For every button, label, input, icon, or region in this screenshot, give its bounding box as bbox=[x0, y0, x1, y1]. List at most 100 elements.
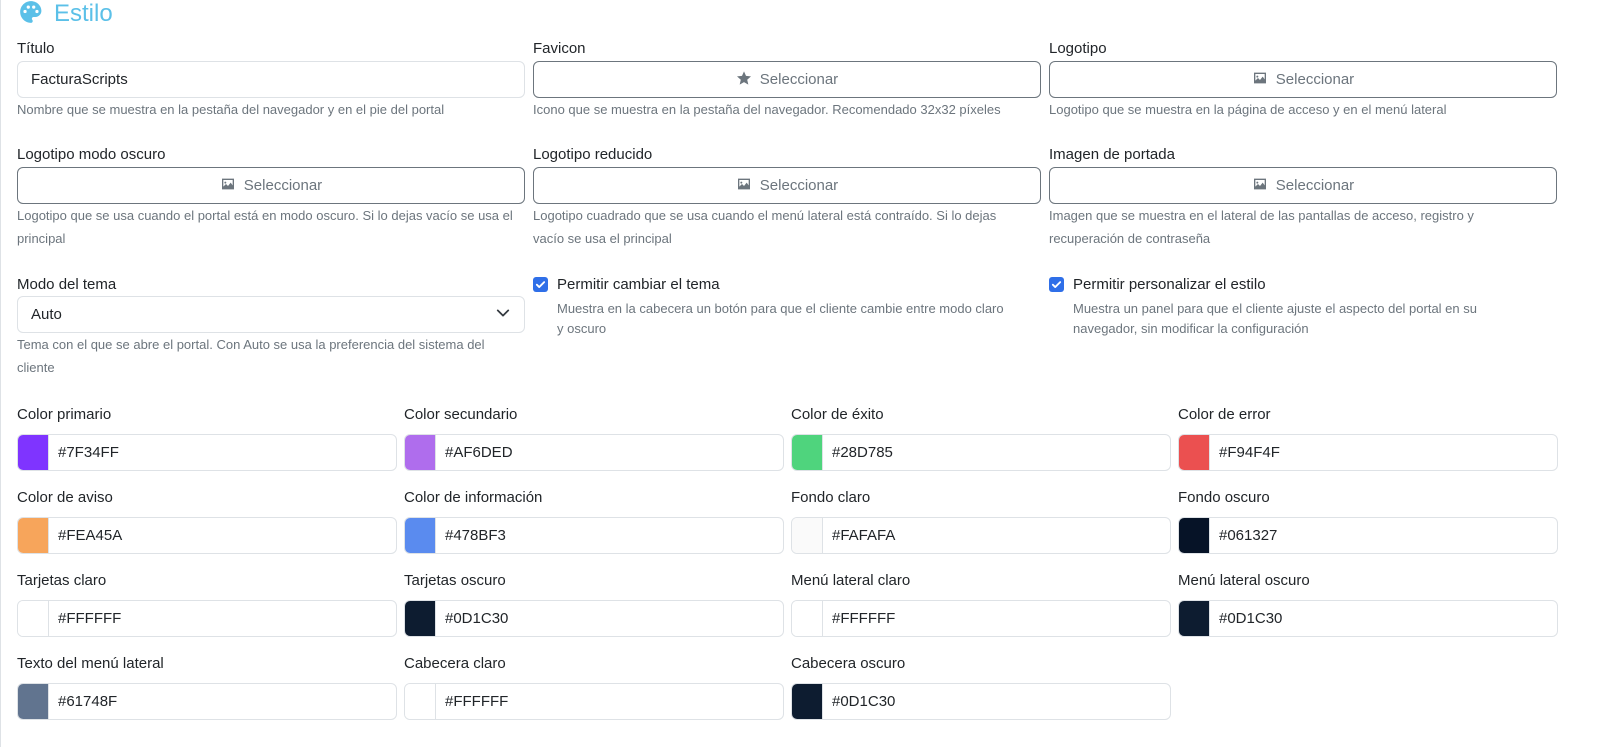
help-line: y oscuro bbox=[557, 321, 607, 336]
color-label: Color de aviso bbox=[17, 489, 113, 506]
logotipo-oscuro-button-label: Seleccionar bbox=[243, 177, 323, 194]
star-icon bbox=[736, 70, 752, 90]
color-label: Color de éxito bbox=[791, 406, 884, 423]
titulo-help: Nombre que se muestra en la pestaña del … bbox=[17, 102, 445, 117]
color-swatch[interactable] bbox=[405, 684, 436, 719]
help-line: vacío se usa el principal bbox=[533, 231, 672, 246]
color-hex-input[interactable]: #0D1C30 bbox=[823, 684, 1170, 719]
help-line: cliente bbox=[17, 360, 55, 375]
logotipo-reducido-field: Logotipo reducido Seleccionar Logotipo c… bbox=[533, 146, 1041, 246]
color-hex-input[interactable]: #28D785 bbox=[823, 435, 1170, 470]
color-hex-input[interactable]: #F94F4F bbox=[1210, 435, 1557, 470]
color-label: Color primario bbox=[17, 406, 112, 423]
color-field: Fondo claro #FAFAFA bbox=[791, 489, 1171, 554]
color-input: #28D785 bbox=[791, 434, 1171, 471]
color-hex-input[interactable]: #AF6DED bbox=[436, 435, 783, 470]
color-hex-input[interactable]: #7F34FF bbox=[49, 435, 396, 470]
color-label: Texto del menú lateral bbox=[17, 655, 164, 672]
logotipo-select-button[interactable]: Seleccionar bbox=[1049, 61, 1557, 98]
color-input: #478BF3 bbox=[404, 517, 784, 554]
color-input: #FFFFFF bbox=[791, 600, 1171, 637]
color-swatch[interactable] bbox=[18, 518, 49, 553]
logotipo-reducido-select-button[interactable]: Seleccionar bbox=[533, 167, 1041, 204]
color-input: #AF6DED bbox=[404, 434, 784, 471]
modo-tema-select[interactable]: Auto bbox=[17, 296, 525, 333]
logotipo-oscuro-select-button[interactable]: Seleccionar bbox=[17, 167, 525, 204]
color-swatch[interactable] bbox=[18, 684, 49, 719]
logotipo-reducido-label: Logotipo reducido bbox=[533, 146, 653, 163]
color-label: Tarjetas claro bbox=[17, 572, 107, 589]
color-hex-input[interactable]: #061327 bbox=[1210, 518, 1557, 553]
color-hex-input[interactable]: #FFFFFF bbox=[823, 601, 1170, 636]
imagen-portada-select-button[interactable]: Seleccionar bbox=[1049, 167, 1557, 204]
modo-tema-label: Modo del tema bbox=[17, 276, 117, 293]
color-label: Color secundario bbox=[404, 406, 518, 423]
color-input: #F94F4F bbox=[1178, 434, 1558, 471]
modo-tema-value: Auto bbox=[31, 306, 62, 323]
color-label: Fondo claro bbox=[791, 489, 871, 506]
color-input: #FFFFFF bbox=[17, 600, 397, 637]
color-field: Menú lateral oscuro #0D1C30 bbox=[1178, 572, 1558, 637]
logotipo-oscuro-label: Logotipo modo oscuro bbox=[17, 146, 166, 163]
logotipo-label: Logotipo bbox=[1049, 40, 1107, 57]
permitir-cambiar-checkbox[interactable] bbox=[533, 277, 548, 292]
image-icon bbox=[1252, 70, 1268, 90]
color-swatch[interactable] bbox=[405, 518, 436, 553]
color-swatch[interactable] bbox=[792, 435, 823, 470]
color-swatch[interactable] bbox=[792, 518, 823, 553]
color-hex-input[interactable]: #478BF3 bbox=[436, 518, 783, 553]
modo-tema-help: Tema con el que se abre el portal. Con A… bbox=[17, 333, 485, 379]
permitir-personalizar-checkbox[interactable] bbox=[1049, 277, 1064, 292]
permitir-cambiar-help: Muestra en la cabecera un botón para que… bbox=[557, 299, 1004, 339]
permitir-cambiar-label[interactable]: Permitir cambiar el tema bbox=[557, 276, 720, 293]
color-label: Fondo oscuro bbox=[1178, 489, 1270, 506]
color-field: Color secundario #AF6DED bbox=[404, 406, 784, 471]
color-swatch[interactable] bbox=[792, 601, 823, 636]
help-line: recuperación de contraseña bbox=[1049, 231, 1211, 246]
color-swatch[interactable] bbox=[405, 435, 436, 470]
color-hex-input[interactable]: #0D1C30 bbox=[1210, 601, 1557, 636]
color-input: #61748F bbox=[17, 683, 397, 720]
color-swatch[interactable] bbox=[792, 684, 823, 719]
image-icon bbox=[1252, 176, 1268, 196]
color-field: Color de éxito #28D785 bbox=[791, 406, 1171, 471]
color-label: Color de error bbox=[1178, 406, 1271, 423]
color-hex-input[interactable]: #61748F bbox=[49, 684, 396, 719]
help-line: principal bbox=[17, 231, 66, 246]
titulo-label: Título bbox=[17, 40, 55, 57]
color-input: #FEA45A bbox=[17, 517, 397, 554]
color-label: Tarjetas oscuro bbox=[404, 572, 506, 589]
image-icon bbox=[220, 176, 236, 196]
color-label: Menú lateral claro bbox=[791, 572, 911, 589]
permitir-personalizar-label[interactable]: Permitir personalizar el estilo bbox=[1073, 276, 1266, 293]
color-swatch[interactable] bbox=[1179, 601, 1210, 636]
color-swatch[interactable] bbox=[1179, 435, 1210, 470]
color-swatch[interactable] bbox=[405, 601, 436, 636]
color-hex-input[interactable]: #FFFFFF bbox=[436, 684, 783, 719]
imagen-portada-label: Imagen de portada bbox=[1049, 146, 1175, 163]
color-swatch[interactable] bbox=[18, 435, 49, 470]
color-hex-input[interactable]: #FEA45A bbox=[49, 518, 396, 553]
favicon-button-label: Seleccionar bbox=[759, 71, 839, 88]
color-hex-input[interactable]: #FAFAFA bbox=[823, 518, 1170, 553]
color-field: Tarjetas oscuro #0D1C30 bbox=[404, 572, 784, 637]
color-input: #0D1C30 bbox=[791, 683, 1171, 720]
logotipo-reducido-button-label: Seleccionar bbox=[759, 177, 839, 194]
permitir-personalizar-help: Muestra un panel para que el cliente aju… bbox=[1073, 299, 1477, 339]
color-input: #0D1C30 bbox=[1178, 600, 1558, 637]
help-line: Logotipo que se usa cuando el portal est… bbox=[17, 208, 513, 223]
color-field: Color de error #F94F4F bbox=[1178, 406, 1558, 471]
color-swatch[interactable] bbox=[18, 601, 49, 636]
color-input: #FAFAFA bbox=[791, 517, 1171, 554]
palette-icon bbox=[18, 0, 44, 30]
help-line: Muestra un panel para que el cliente aju… bbox=[1073, 301, 1477, 316]
color-swatch[interactable] bbox=[1179, 518, 1210, 553]
color-label: Color de información bbox=[404, 489, 543, 506]
color-hex-input[interactable]: #0D1C30 bbox=[436, 601, 783, 636]
color-input: #7F34FF bbox=[17, 434, 397, 471]
color-field: Texto del menú lateral #61748F bbox=[17, 655, 397, 720]
favicon-select-button[interactable]: Seleccionar bbox=[533, 61, 1041, 98]
color-hex-input[interactable]: #FFFFFF bbox=[49, 601, 396, 636]
titulo-input[interactable]: FacturaScripts bbox=[17, 61, 525, 98]
favicon-field: Favicon Seleccionar Icono que se muestra… bbox=[533, 40, 1041, 117]
